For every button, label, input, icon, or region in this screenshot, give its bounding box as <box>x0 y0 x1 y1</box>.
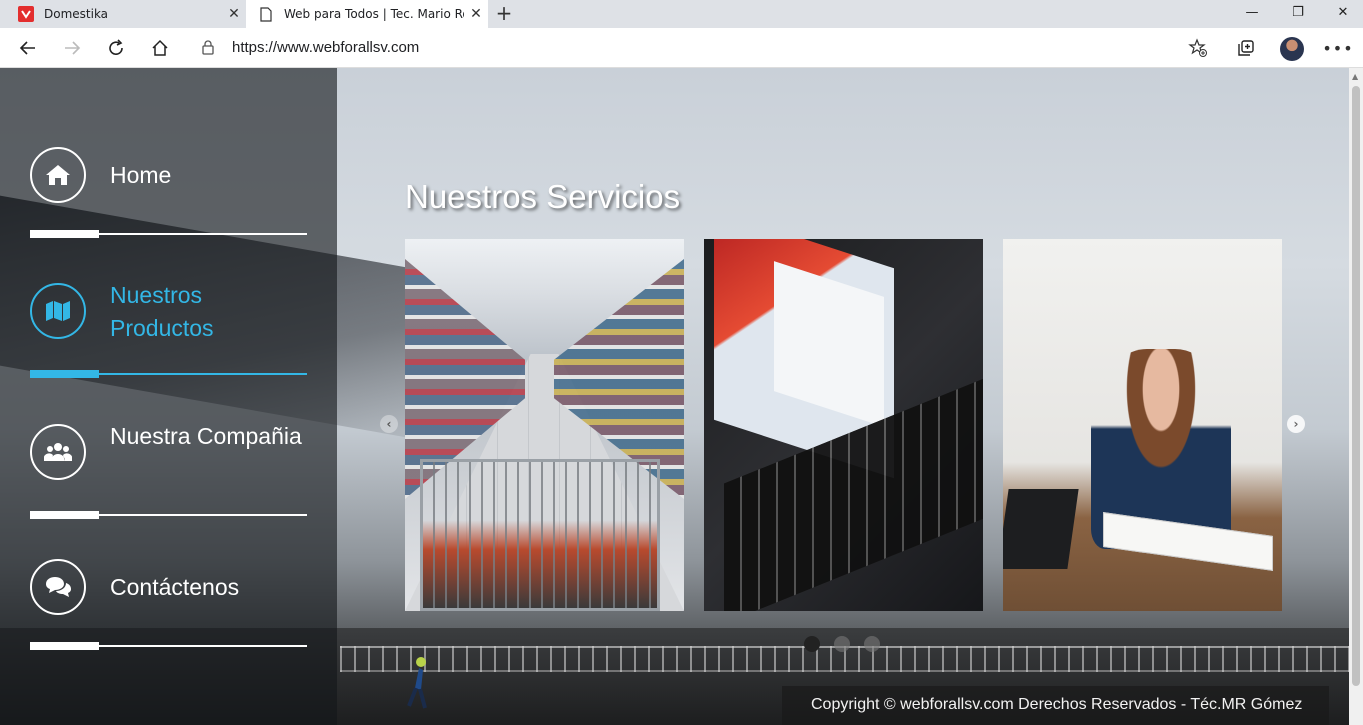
carousel-dot[interactable] <box>804 636 820 652</box>
nav-underline <box>30 230 307 238</box>
tab-webforall[interactable]: Web para Todos | Tec. Mario Rob ✕ <box>246 0 488 28</box>
carousel-dots <box>804 636 880 652</box>
more-menu-icon[interactable]: ••• <box>1322 34 1352 62</box>
home-icon <box>30 147 86 203</box>
add-favorite-icon[interactable] <box>1188 38 1208 62</box>
nav-underline <box>30 370 307 378</box>
nav-label: Nuestra Compañia <box>110 423 302 449</box>
copyright-text: Copyright © webforallsv.com Derechos Res… <box>811 696 1303 713</box>
section-title: Nuestros Servicios <box>405 178 681 215</box>
chat-icon <box>30 559 86 615</box>
forward-button[interactable] <box>58 34 86 62</box>
browser-tab-strip: Domestika ✕ Web para Todos | Tec. Mario … <box>0 0 1363 28</box>
nav-underline <box>30 642 307 650</box>
tab-title: Domestika <box>44 7 109 21</box>
tab-domestika[interactable]: Domestika ✕ <box>0 0 246 28</box>
nav-underline <box>30 511 307 519</box>
webpage: Home Nuestros Productos Nuestra Compañia… <box>0 68 1363 725</box>
address-bar: https://www.webforallsv.com ••• <box>0 28 1363 68</box>
collections-icon[interactable] <box>1232 34 1260 62</box>
users-icon <box>30 424 86 480</box>
runner-figure <box>407 657 427 709</box>
map-icon <box>30 283 86 339</box>
close-tab-icon[interactable]: ✕ <box>222 6 246 22</box>
close-tab-icon[interactable]: ✕ <box>464 6 488 22</box>
back-button[interactable] <box>14 34 42 62</box>
scrollbar[interactable]: ▲ <box>1349 68 1363 725</box>
sidebar-nav: Home Nuestros Productos Nuestra Compañia… <box>0 68 337 725</box>
service-card-supermarket[interactable] <box>405 239 684 611</box>
close-window-button[interactable]: ✕ <box>1320 0 1363 28</box>
carousel-prev-icon[interactable]: ‹ <box>380 415 398 433</box>
page-icon <box>258 6 274 22</box>
home-button[interactable] <box>146 34 174 62</box>
carousel-dot[interactable] <box>834 636 850 652</box>
service-card-laptop[interactable] <box>704 239 983 611</box>
service-card-woman[interactable] <box>1003 239 1282 611</box>
footer: Copyright © webforallsv.com Derechos Res… <box>782 686 1329 725</box>
url-text: https://www.webforallsv.com <box>232 39 420 56</box>
restore-button[interactable]: ❐ <box>1275 0 1321 28</box>
tab-title: Web para Todos | Tec. Mario Rob <box>284 7 464 21</box>
lock-icon[interactable] <box>202 40 214 59</box>
nav-label: Contáctenos <box>110 574 240 600</box>
carousel-dot[interactable] <box>864 636 880 652</box>
nav-label: Home <box>110 162 172 188</box>
profile-avatar[interactable] <box>1280 37 1304 61</box>
domestika-logo-icon <box>18 6 34 22</box>
new-tab-button[interactable]: + <box>492 2 516 26</box>
carousel-next-icon[interactable]: › <box>1287 415 1305 433</box>
nav-label: Nuestros Productos <box>110 282 214 341</box>
reload-button[interactable] <box>102 34 130 62</box>
url-field[interactable]: https://www.webforallsv.com <box>188 32 1218 64</box>
minimize-button[interactable]: — <box>1229 0 1275 28</box>
